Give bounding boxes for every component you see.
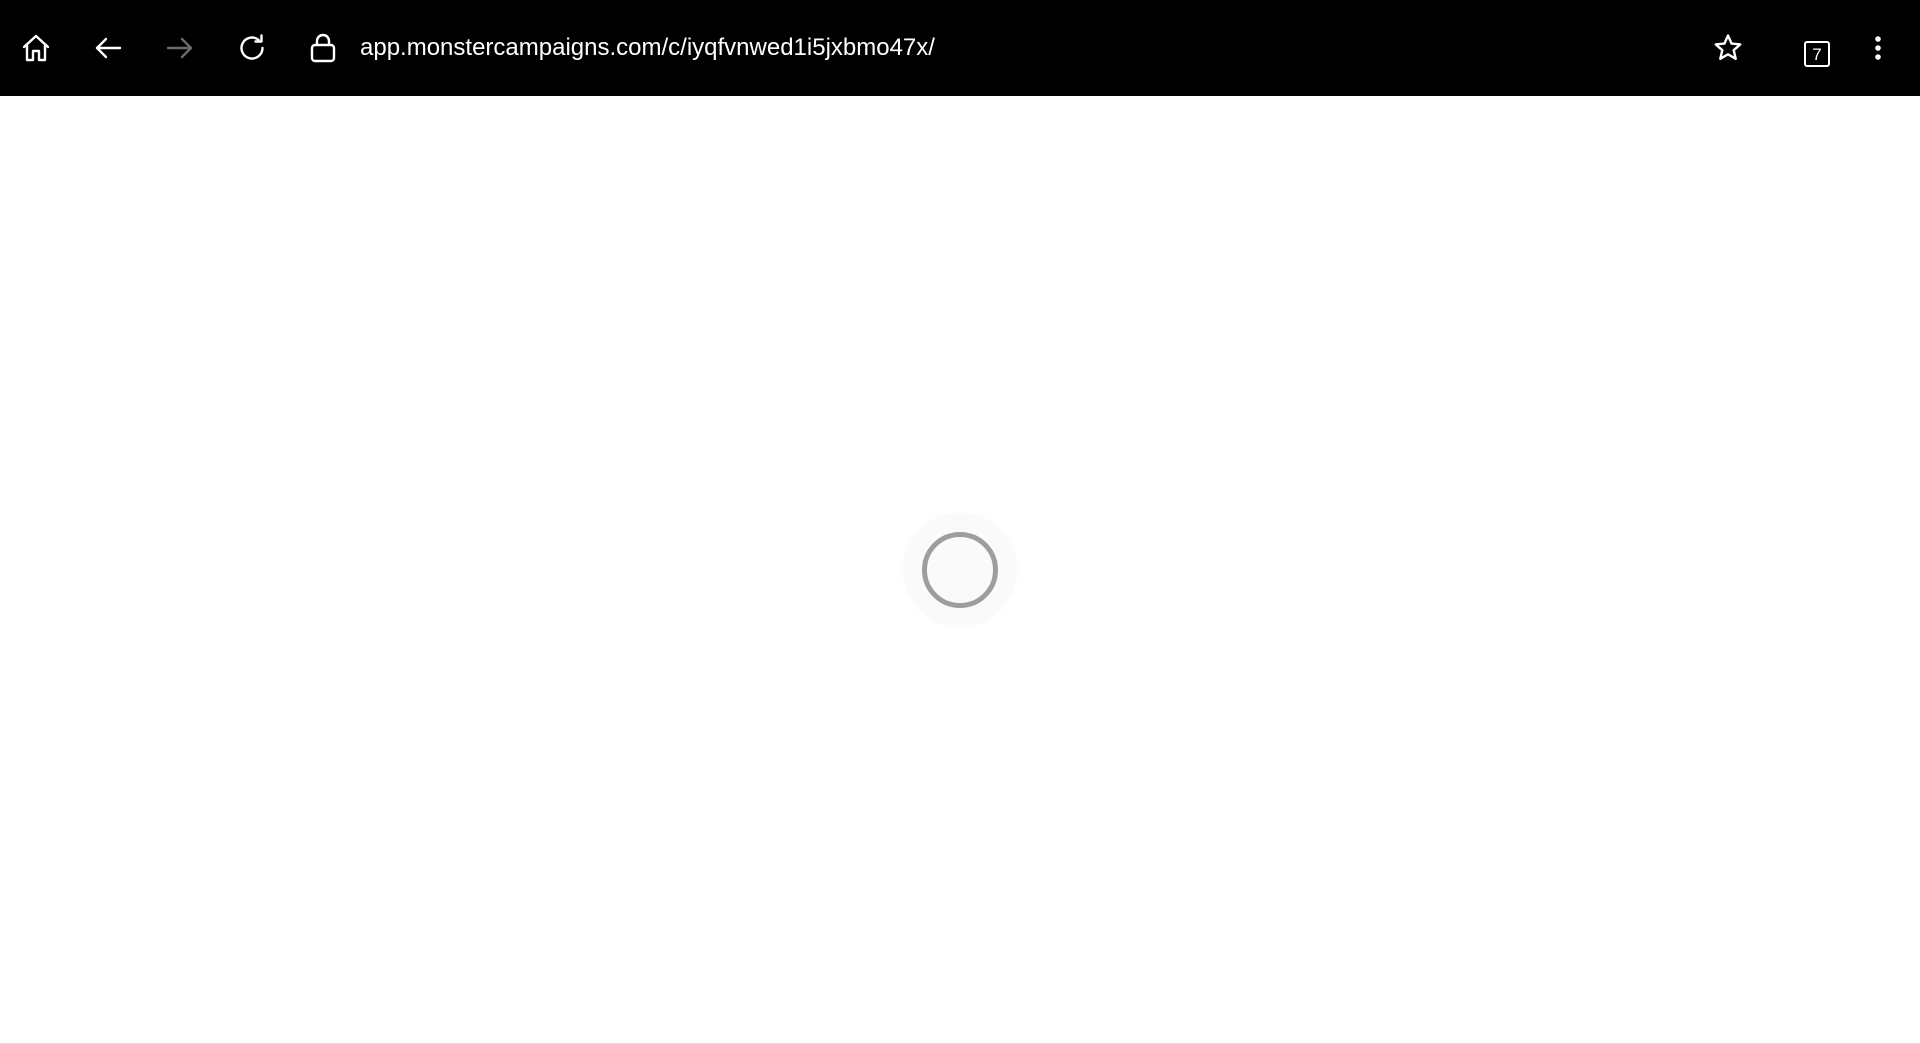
lock-icon [310,33,336,63]
home-icon [22,34,50,62]
reload-button[interactable] [228,24,276,72]
back-button[interactable] [84,24,132,72]
loading-spinner-icon [922,532,998,608]
kebab-menu-icon [1875,36,1881,60]
arrow-left-icon [95,37,122,59]
home-button[interactable] [12,24,60,72]
forward-button[interactable] [156,24,204,72]
address-bar-url[interactable]: app.monstercampaigns.com/c/iyqfvnwed1i5j… [360,30,935,66]
star-icon [1714,34,1742,60]
browser-toolbar: app.monstercampaigns.com/c/iyqfvnwed1i5j… [0,0,1920,96]
menu-button[interactable] [1854,24,1902,72]
tab-switcher-button[interactable]: 7 [1804,41,1830,67]
secure-connection-indicator[interactable] [299,24,347,72]
bookmark-button[interactable] [1704,24,1752,72]
arrow-right-icon [166,37,193,59]
reload-icon [240,34,264,60]
